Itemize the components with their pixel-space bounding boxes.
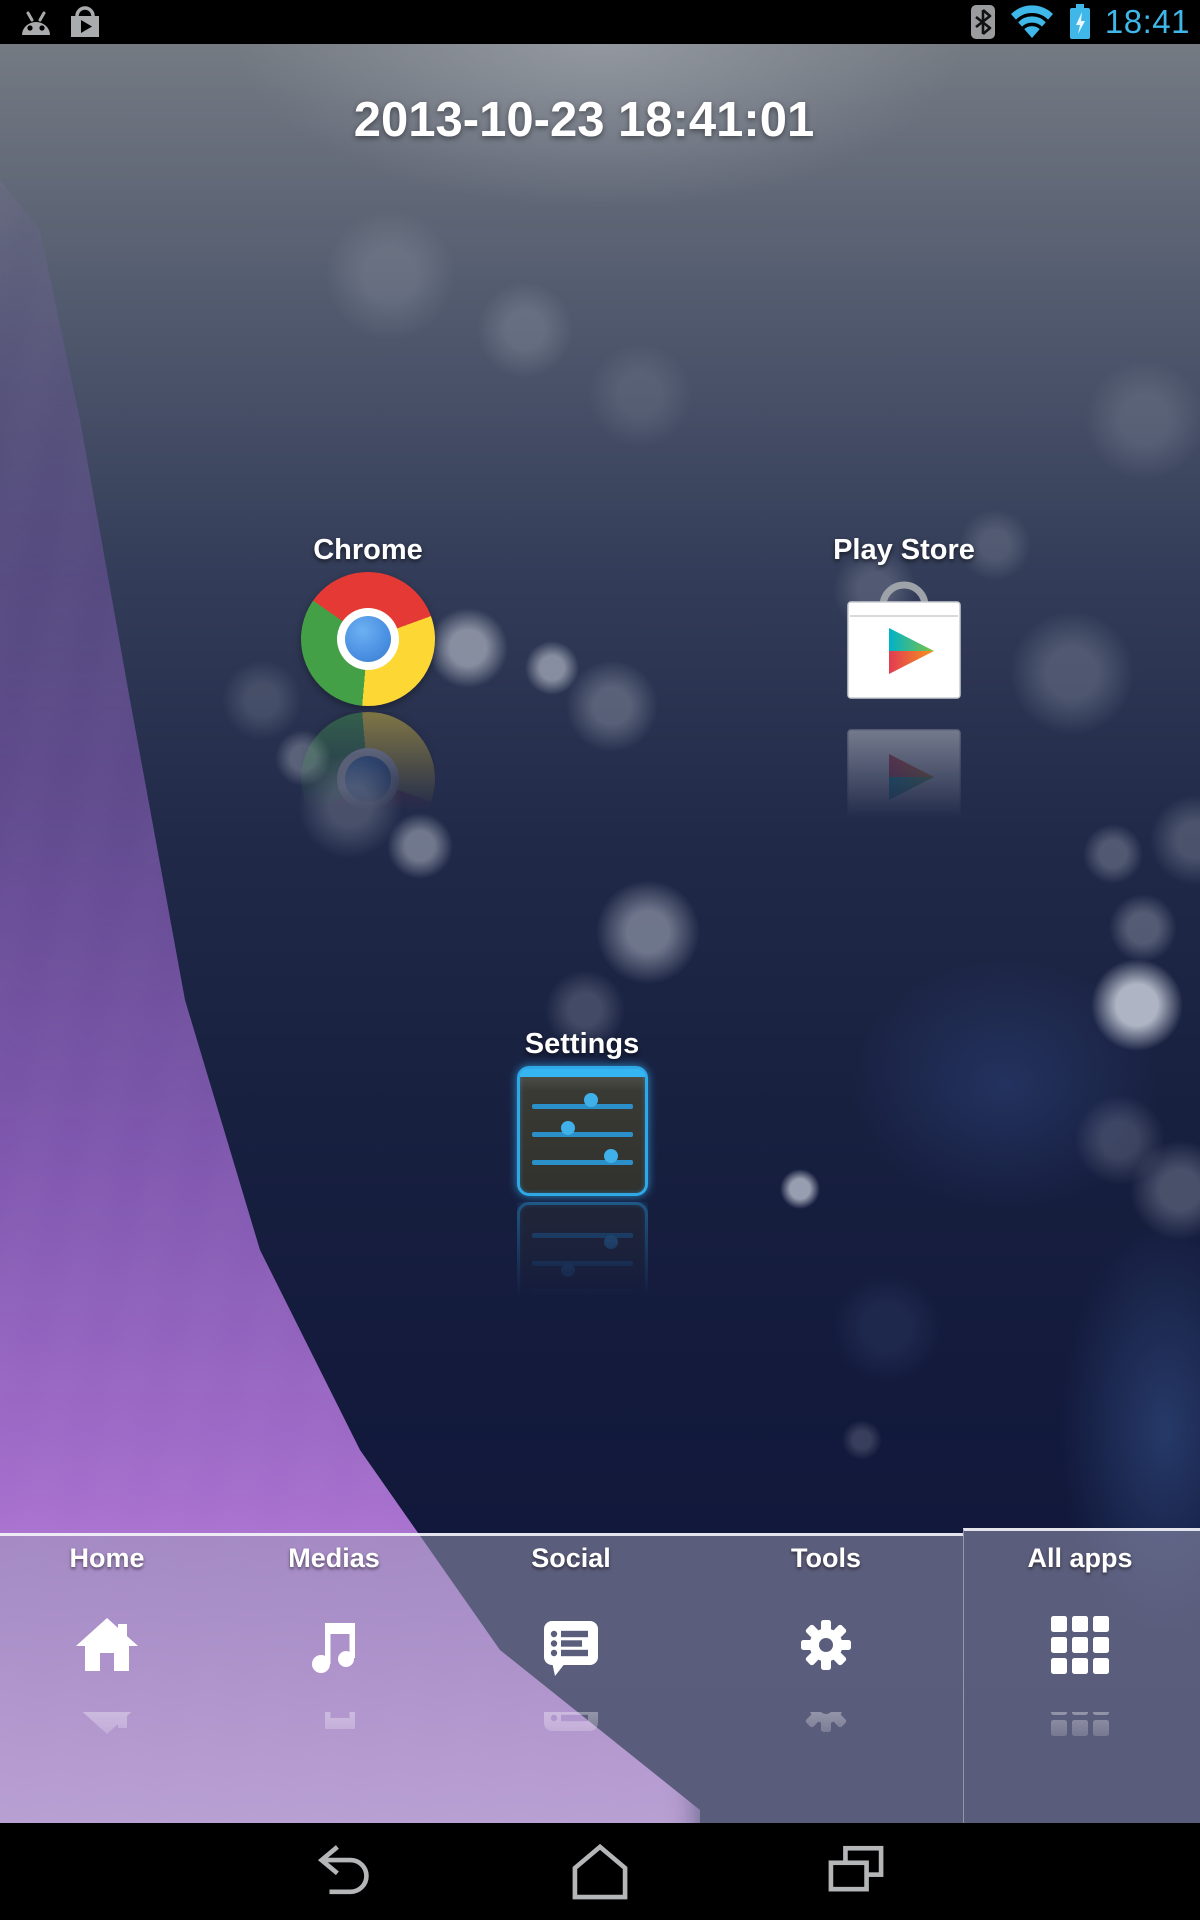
battery-charging-icon bbox=[1069, 4, 1091, 40]
apps-grid-icon bbox=[1047, 1612, 1113, 1678]
play-store-notification-icon bbox=[68, 5, 102, 39]
status-bar-notifications bbox=[18, 5, 102, 39]
apps-grid-icon bbox=[1047, 1674, 1113, 1740]
recents-button[interactable] bbox=[823, 1839, 889, 1905]
play-store-icon bbox=[837, 717, 971, 856]
home-nav-icon bbox=[567, 1839, 633, 1905]
apps-grid-icon-reflection bbox=[1047, 1712, 1113, 1778]
dock-category-all-apps[interactable]: All apps bbox=[970, 1542, 1190, 1778]
dock-category-home[interactable]: Home bbox=[0, 1542, 217, 1778]
dock-category-tools[interactable]: Tools bbox=[716, 1542, 936, 1778]
chrome-icon bbox=[301, 712, 435, 846]
dock-category-social[interactable]: Social bbox=[461, 1542, 681, 1778]
status-bar-clock: 18:41 bbox=[1105, 0, 1190, 44]
play-store-icon-reflection bbox=[837, 717, 971, 862]
gear-icon bbox=[793, 1674, 859, 1740]
shortcut-play-store-label: Play Store bbox=[833, 534, 975, 566]
chat-list-icon bbox=[538, 1612, 604, 1678]
back-icon bbox=[311, 1839, 377, 1905]
home-icon bbox=[74, 1674, 140, 1740]
android-robot-notification-icon bbox=[18, 6, 54, 38]
shortcut-settings-label: Settings bbox=[525, 1028, 639, 1060]
chat-list-icon-reflection bbox=[538, 1712, 604, 1778]
settings-icon bbox=[517, 1202, 648, 1332]
navigation-bar bbox=[0, 1823, 1200, 1920]
back-button[interactable] bbox=[311, 1839, 377, 1905]
shortcut-play-store[interactable]: Play Store bbox=[794, 534, 1014, 862]
home-icon bbox=[74, 1612, 140, 1678]
status-bar-system: 18:41 bbox=[971, 0, 1190, 44]
settings-icon bbox=[517, 1066, 648, 1196]
android-home-screen: 18:41 2013-10-23 18:41:01 Chrome Play St… bbox=[0, 0, 1200, 1920]
home-icon-reflection bbox=[74, 1712, 140, 1778]
wifi-icon bbox=[1009, 4, 1055, 40]
music-note-icon-reflection bbox=[301, 1712, 367, 1778]
dock-label-tools: Tools bbox=[791, 1542, 861, 1574]
chat-list-icon bbox=[538, 1674, 604, 1740]
chrome-icon-reflection bbox=[301, 712, 435, 852]
dock-label-medias: Medias bbox=[288, 1542, 380, 1574]
chrome-icon bbox=[301, 572, 435, 706]
music-note-icon bbox=[301, 1674, 367, 1740]
dock-label-social: Social bbox=[531, 1542, 611, 1574]
gear-icon-reflection bbox=[793, 1712, 859, 1778]
music-note-icon bbox=[301, 1612, 367, 1678]
clock-widget[interactable]: 2013-10-23 18:41:01 bbox=[354, 92, 814, 148]
dock-label-all-apps: All apps bbox=[1027, 1542, 1132, 1574]
play-store-icon bbox=[837, 572, 971, 711]
settings-icon-reflection bbox=[517, 1202, 648, 1338]
shortcut-chrome[interactable]: Chrome bbox=[258, 534, 478, 852]
status-bar[interactable]: 18:41 bbox=[0, 0, 1200, 44]
recents-icon bbox=[823, 1839, 889, 1905]
shortcut-settings[interactable]: Settings bbox=[472, 1028, 692, 1338]
dock-category-medias[interactable]: Medias bbox=[224, 1542, 444, 1778]
dock-label-home: Home bbox=[69, 1542, 144, 1574]
gear-icon bbox=[793, 1612, 859, 1678]
shortcut-chrome-label: Chrome bbox=[313, 534, 423, 566]
home-button[interactable] bbox=[567, 1839, 633, 1905]
bluetooth-icon bbox=[971, 4, 995, 40]
